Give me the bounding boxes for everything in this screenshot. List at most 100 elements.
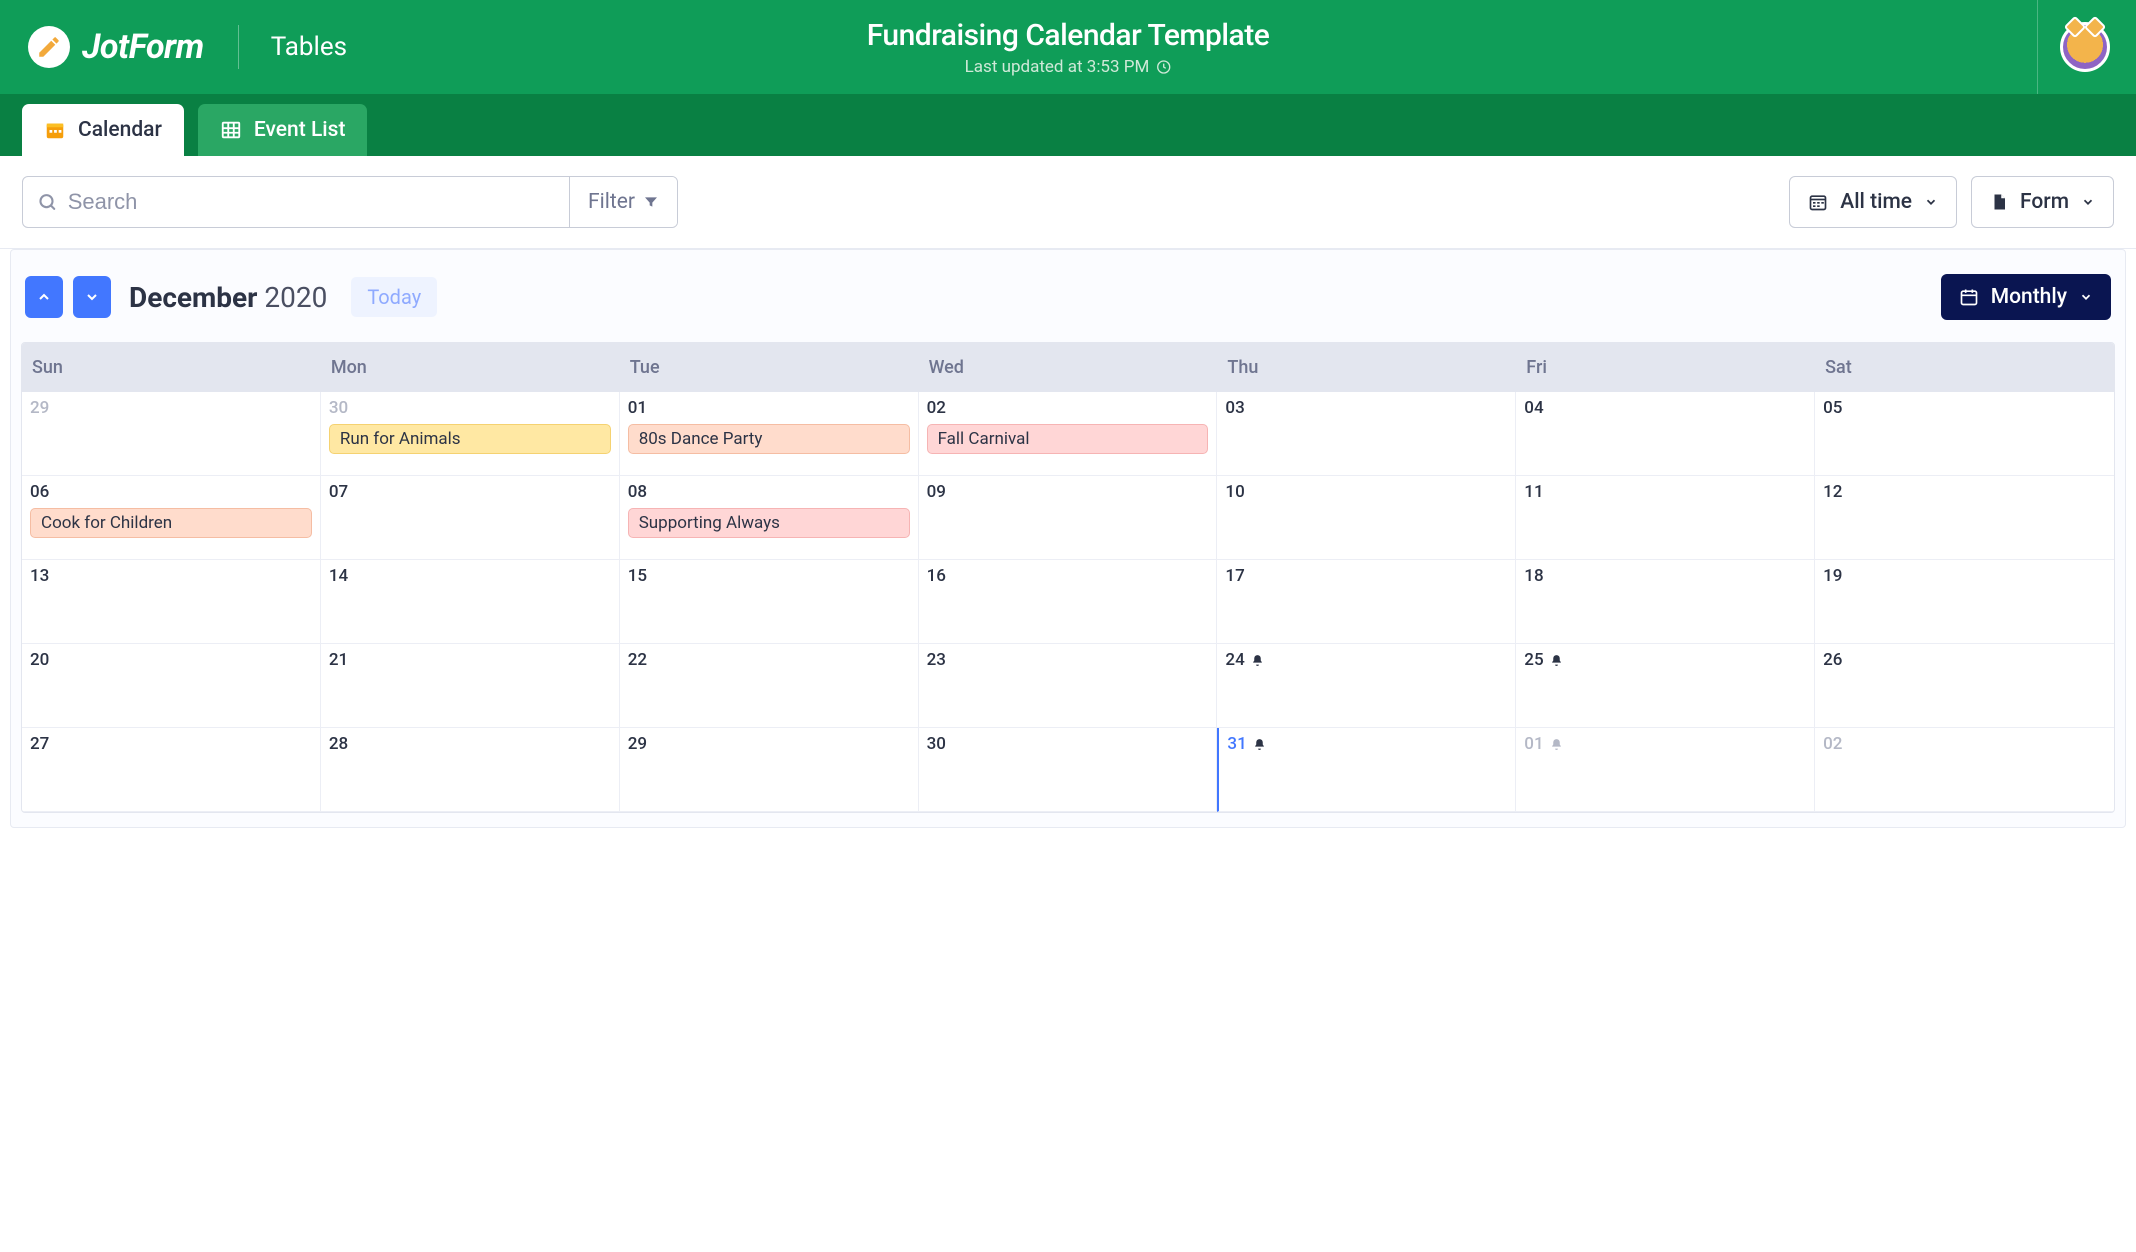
day-number: 03 — [1225, 398, 1244, 418]
calendar-day-cell[interactable]: 01 80s Dance Party — [620, 392, 919, 476]
calendar-icon — [44, 119, 66, 141]
calendar-day-cell[interactable]: 13 — [22, 560, 321, 644]
day-number: 28 — [329, 734, 348, 754]
calendar-day-cell[interactable]: 11 — [1516, 476, 1815, 560]
brand-section: Tables — [271, 32, 347, 62]
calendar-day-cell[interactable]: 06 Cook for Children — [22, 476, 321, 560]
calendar-day-cell[interactable]: 26 — [1815, 644, 2114, 728]
calendar-day-cell[interactable]: 16 — [919, 560, 1218, 644]
next-month-button[interactable] — [73, 276, 111, 318]
day-number: 17 — [1225, 566, 1244, 586]
day-number: 31 — [1227, 734, 1265, 754]
calendar-day-cell[interactable]: 27 — [22, 728, 321, 812]
brand-block: JotForm Tables — [28, 25, 347, 69]
calendar-day-cell[interactable]: 19 — [1815, 560, 2114, 644]
calendar-event[interactable]: Supporting Always — [628, 508, 910, 538]
calendar-event[interactable]: Cook for Children — [30, 508, 312, 538]
calendar-day-cell[interactable]: 30 Run for Animals — [321, 392, 620, 476]
calendar-day-cell[interactable]: 30 — [919, 728, 1218, 812]
tab-calendar[interactable]: Calendar — [22, 104, 184, 156]
calendar-day-cell[interactable]: 03 — [1217, 392, 1516, 476]
day-number: 25 — [1524, 650, 1562, 670]
calendar-day-cell[interactable]: 02 — [1815, 728, 2114, 812]
calendar-body: 29 30 Run for Animals 01 80s Dance Party 02 Fa… — [22, 392, 2114, 812]
calendar-day-cell[interactable]: 10 — [1217, 476, 1516, 560]
form-label: Form — [2020, 190, 2069, 214]
view-label: Monthly — [1991, 285, 2067, 309]
day-number: 01 — [628, 398, 647, 418]
calendar-day-cell[interactable]: 28 — [321, 728, 620, 812]
time-range-button[interactable]: All time — [1789, 176, 1957, 228]
divider — [2037, 0, 2038, 94]
day-number: 21 — [329, 650, 348, 670]
day-number: 26 — [1823, 650, 1842, 670]
day-number: 20 — [30, 650, 49, 670]
day-number: 02 — [927, 398, 946, 418]
bell-icon — [1550, 650, 1563, 670]
calendar-day-cell[interactable]: 07 — [321, 476, 620, 560]
calendar-day-cell[interactable]: 17 — [1217, 560, 1516, 644]
user-avatar[interactable] — [2060, 22, 2110, 72]
bell-icon — [1253, 734, 1266, 754]
filter-button[interactable]: Filter — [569, 177, 677, 227]
calendar-day-cell[interactable]: 08Supporting Always — [620, 476, 919, 560]
day-number: 01 — [1524, 734, 1562, 754]
day-number: 12 — [1823, 482, 1842, 502]
chevron-down-icon — [84, 289, 100, 305]
page-title: Fundraising Calendar Template — [867, 18, 1270, 53]
calendar-day-cell[interactable]: 20 — [22, 644, 321, 728]
chevron-down-icon — [2079, 290, 2093, 304]
calendar-day-cell[interactable]: 24 — [1217, 644, 1516, 728]
divider — [238, 25, 239, 69]
day-number: 22 — [628, 650, 647, 670]
calendar-day-cell[interactable]: 05 — [1815, 392, 2114, 476]
day-number: 02 — [1823, 734, 1842, 754]
day-number: 24 — [1225, 650, 1263, 670]
day-number: 29 — [628, 734, 647, 754]
calendar-day-cell[interactable]: 15 — [620, 560, 919, 644]
calendar-day-cell[interactable]: 31 — [1217, 728, 1516, 812]
form-source-button[interactable]: Form — [1971, 176, 2114, 228]
calendar-event[interactable]: 80s Dance Party — [628, 424, 910, 454]
weekday-header: Sat — [1815, 343, 2114, 392]
day-number: 23 — [927, 650, 946, 670]
search-box[interactable] — [23, 177, 569, 227]
grid-icon — [220, 119, 242, 141]
tab-label: Event List — [254, 118, 346, 142]
time-range-label: All time — [1840, 190, 1912, 214]
calendar-year: 2020 — [264, 281, 327, 314]
calendar-event[interactable]: Run for Animals — [329, 424, 611, 454]
bell-icon — [1251, 650, 1264, 670]
weekday-header: Mon — [321, 343, 620, 392]
calendar-day-cell[interactable]: 02 Fall Carnival — [919, 392, 1218, 476]
calendar-day-cell[interactable]: 21 — [321, 644, 620, 728]
toolbar-right: All time Form — [1789, 176, 2114, 228]
day-number: 06 — [30, 482, 49, 502]
calendar-day-cell[interactable]: 25 — [1516, 644, 1815, 728]
calendar-day-cell[interactable]: 29 — [22, 392, 321, 476]
prev-month-button[interactable] — [25, 276, 63, 318]
calendar-panel: December 2020 Today Monthly SunMonTueWed… — [10, 249, 2126, 828]
today-button[interactable]: Today — [351, 277, 437, 317]
calendar-day-cell[interactable]: 12 — [1815, 476, 2114, 560]
calendar-view-button[interactable]: Monthly — [1941, 274, 2111, 320]
day-number: 13 — [30, 566, 49, 586]
day-number: 30 — [329, 398, 348, 418]
calendar-day-cell[interactable]: 04 — [1516, 392, 1815, 476]
day-number: 18 — [1524, 566, 1543, 586]
calendar-grid-icon — [1808, 192, 1828, 212]
calendar-day-cell[interactable]: 18 — [1516, 560, 1815, 644]
calendar-event[interactable]: Fall Carnival — [927, 424, 1209, 454]
day-number: 16 — [927, 566, 946, 586]
calendar-day-cell[interactable]: 22 — [620, 644, 919, 728]
day-number: 30 — [927, 734, 946, 754]
tab-event-list[interactable]: Event List — [198, 104, 368, 156]
calendar-day-cell[interactable]: 09 — [919, 476, 1218, 560]
day-number: 11 — [1524, 482, 1543, 502]
search-input[interactable] — [68, 189, 555, 215]
weekday-header: Sun — [22, 343, 321, 392]
calendar-day-cell[interactable]: 23 — [919, 644, 1218, 728]
calendar-day-cell[interactable]: 14 — [321, 560, 620, 644]
calendar-day-cell[interactable]: 01 — [1516, 728, 1815, 812]
calendar-day-cell[interactable]: 29 — [620, 728, 919, 812]
